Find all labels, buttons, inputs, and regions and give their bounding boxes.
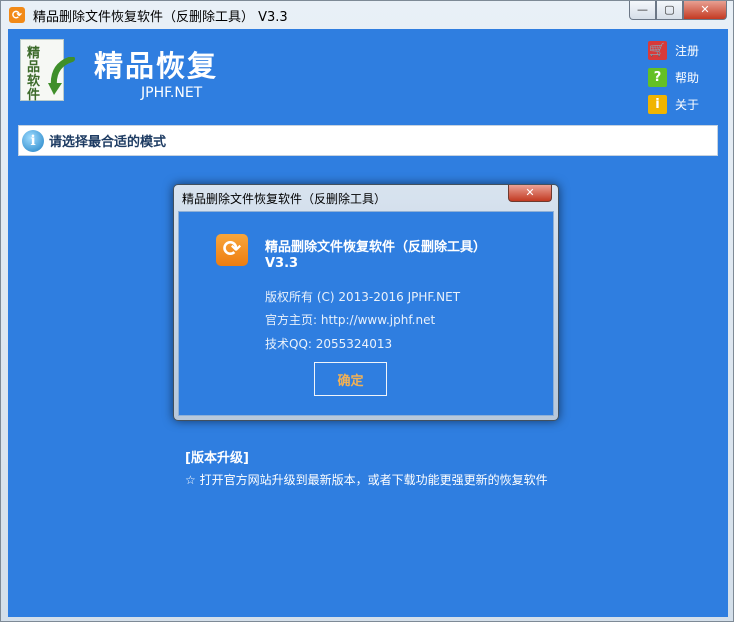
title-bar[interactable]: ⟳ 精品删除文件恢复软件（反删除工具） V3.3 — ▢ ✕ [1,1,733,28]
register-link[interactable]: 🛒 注册 [648,37,720,64]
dialog-version: V3.3 [265,256,299,271]
dialog-close-button[interactable]: ✕ [508,185,552,202]
register-label: 注册 [675,44,700,58]
dialog-title: 精品删除文件恢复软件（反删除工具） [182,192,387,206]
help-link[interactable]: ? 帮助 [648,64,720,91]
close-button[interactable]: ✕ [683,1,727,20]
maximize-button[interactable]: ▢ [656,1,683,20]
minimize-button[interactable]: — [629,1,656,20]
app-logo: 精 品 软 件 [18,35,82,107]
dialog-homepage[interactable]: 官方主页: http://www.jphf.net [265,311,435,328]
cart-icon: 🛒 [648,41,667,60]
about-link[interactable]: i 关于 [648,91,720,118]
brand-title: 精品恢复 [94,49,219,83]
upgrade-title: [版本升级] [185,451,249,466]
dialog-qq: 技术QQ: 2055324013 [265,337,393,351]
info-circle-icon: i [22,129,44,152]
ok-button[interactable]: 确定 [314,362,387,396]
help-icon: ? [648,68,667,87]
brand-subtitle: JPHF.NET [141,85,203,101]
recover-arrow-icon [48,57,75,95]
about-dialog: 精品删除文件恢复软件（反删除工具） ✕ ⟳ 精品删除文件恢复软件（反删除工具） … [173,184,559,421]
help-label: 帮助 [675,71,700,85]
window-title: 精品删除文件恢复软件（反删除工具） V3.3 [33,10,288,25]
upgrade-section: [版本升级] ☆ 打开官方网站升级到最新版本，或者下载功能更强更新的恢复软件 [185,447,548,488]
window-controls: — ▢ ✕ [629,1,727,20]
refresh-icon: ⟳ [216,234,248,266]
mode-bar: i 请选择最合适的模式 [18,125,718,156]
logo-char: 件 [27,88,41,103]
mode-prompt: 请选择最合适的模式 [49,135,167,150]
info-icon: i [648,95,667,114]
dialog-copyright: 版权所有 (C) 2013-2016 JPHF.NET [265,290,461,304]
about-label: 关于 [675,98,700,112]
dialog-body: ⟳ 精品删除文件恢复软件（反删除工具） V3.3 版权所有 (C) 2013-2… [178,211,554,416]
main-window: ⟳ 精品删除文件恢复软件（反删除工具） V3.3 — ▢ ✕ 精 品 软 件 精… [0,0,734,622]
dialog-app-name: 精品删除文件恢复软件（反删除工具） [265,240,487,255]
app-refresh-icon: ⟳ [9,7,25,23]
top-links: 🛒 注册 ? 帮助 i 关于 [648,37,720,118]
upgrade-link[interactable]: ☆ 打开官方网站升级到最新版本，或者下载功能更强更新的恢复软件 [185,471,548,488]
